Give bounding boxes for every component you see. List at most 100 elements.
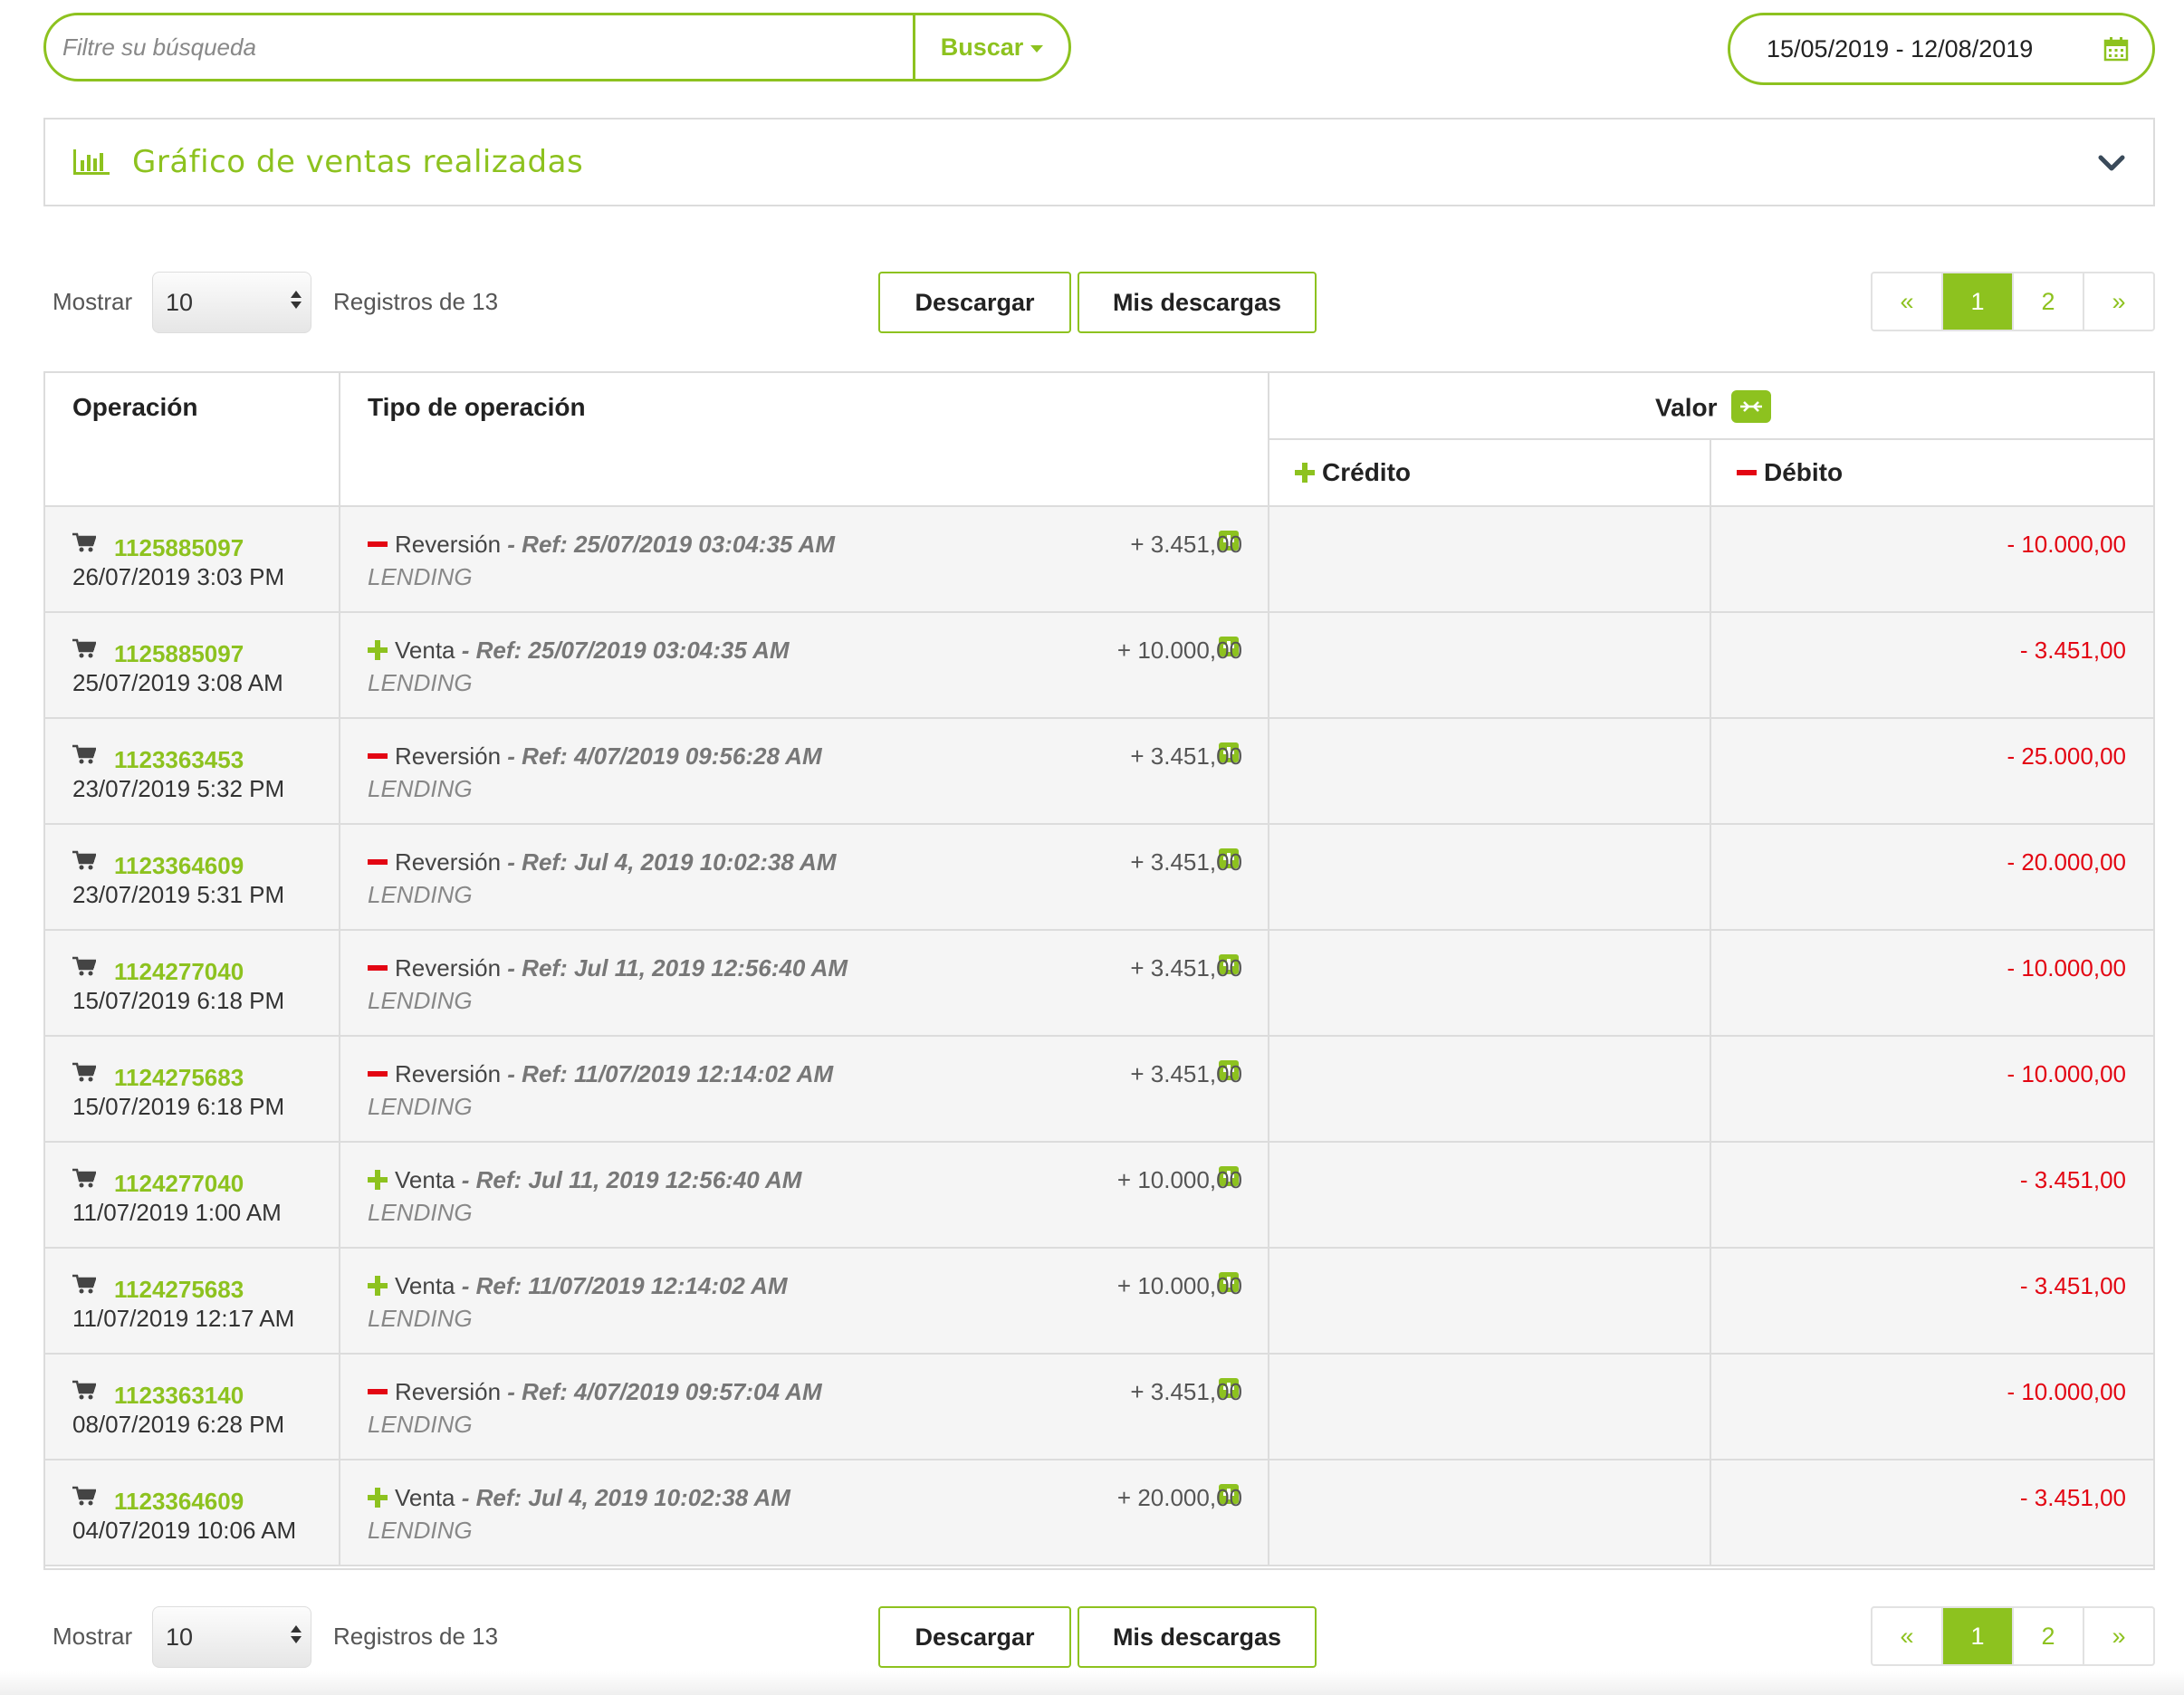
pagination: « 1 2 »: [1871, 272, 2155, 331]
pagination-next[interactable]: »: [2084, 1608, 2153, 1664]
credit-value: + 10.000,00: [1116, 1272, 1242, 1299]
operation-id-link[interactable]: 1124275683: [114, 1276, 244, 1304]
page-size-select[interactable]: 10: [152, 272, 311, 333]
page-size-select[interactable]: 10: [152, 1606, 311, 1668]
download-button[interactable]: Descargar: [878, 272, 1071, 333]
search-input[interactable]: [46, 15, 913, 79]
row-divider: [1710, 1143, 1711, 1247]
pagination-prev[interactable]: «: [1873, 1608, 1943, 1664]
credit-value: + 10.000,00: [1116, 637, 1242, 664]
operation-type: Reversión - Ref: Jul 4, 2019 10:02:38 AM: [368, 848, 836, 876]
mostrar-label: Mostrar: [53, 288, 133, 315]
pagination-next[interactable]: »: [2084, 273, 2153, 330]
pagination-page-2[interactable]: 2: [2014, 273, 2084, 330]
minus-icon: [368, 746, 388, 766]
cart-icon: [72, 1274, 96, 1294]
debit-value: - 20.000,00: [2007, 848, 2126, 876]
header-sub-divider: [1268, 438, 2155, 440]
calendar-icon[interactable]: [2103, 36, 2129, 62]
row-divider: [339, 1355, 340, 1459]
row-divider: [1268, 613, 1269, 717]
operation-id-link[interactable]: 1123363453: [114, 746, 244, 774]
pagination-prev[interactable]: «: [1873, 273, 1943, 330]
search-button[interactable]: Buscar: [913, 15, 1068, 79]
header-debito: Débito: [1737, 458, 1843, 487]
row-divider: [1268, 1037, 1269, 1141]
debit-value: - 3.451,00: [2019, 1484, 2126, 1511]
header-credito-label: Crédito: [1322, 458, 1411, 486]
cart-icon: [72, 956, 96, 976]
page-bottom-fade: [0, 1671, 2184, 1695]
sales-chart-panel-header[interactable]: Gráfico de ventas realizadas: [43, 118, 2155, 206]
minus-icon: [368, 958, 388, 978]
credit-value: + 3.451,00: [1130, 1060, 1242, 1087]
cart-icon: [72, 1168, 96, 1188]
operation-ref: - Ref: Jul 11, 2019 12:56:40 AM: [455, 1166, 802, 1193]
debit-value: - 10.000,00: [2007, 531, 2126, 558]
row-divider: [1268, 825, 1269, 929]
header-credito: Crédito: [1295, 458, 1411, 487]
download-button[interactable]: Descargar: [878, 1606, 1071, 1668]
row-divider: [1710, 1460, 1711, 1565]
credit-value: + 3.451,00: [1130, 531, 1242, 558]
pagination-page-1[interactable]: 1: [1943, 1608, 2014, 1664]
operation-date: 26/07/2019 3:03 PM: [72, 563, 285, 590]
minus-icon: [368, 852, 388, 872]
debit-value: - 10.000,00: [2007, 954, 2126, 982]
operation-ref: - Ref: 11/07/2019 12:14:02 AM: [455, 1272, 788, 1299]
operation-ref: - Ref: 11/07/2019 12:14:02 AM: [501, 1060, 834, 1087]
search-bar: Buscar: [43, 13, 1071, 81]
minus-icon: [1737, 463, 1757, 483]
operation-id-link[interactable]: 1124277040: [114, 958, 244, 986]
operation-id-link[interactable]: 1123363140: [114, 1382, 244, 1410]
table-row: 1124277040 15/07/2019 6:18 PM Reversión - …: [45, 931, 2153, 1037]
debit-value: - 3.451,00: [2019, 637, 2126, 664]
row-divider: [1268, 931, 1269, 1035]
row-divider: [1268, 1355, 1269, 1459]
operation-type-label: Reversión: [395, 531, 502, 558]
row-divider: [339, 507, 340, 611]
plus-icon: [368, 1170, 388, 1191]
pagination-page-1[interactable]: 1: [1943, 273, 2014, 330]
row-divider: [1710, 613, 1711, 717]
table-row: 1124275683 15/07/2019 6:18 PM Reversión - …: [45, 1037, 2153, 1143]
row-divider: [339, 1460, 340, 1565]
cart-icon: [72, 850, 96, 870]
operation-type-label: Venta: [395, 1166, 455, 1193]
row-divider: [1268, 1143, 1269, 1247]
row-divider: [1268, 719, 1269, 823]
operation-channel: LENDING: [368, 775, 473, 802]
operation-type: Reversión - Ref: Jul 11, 2019 12:56:40 A…: [368, 954, 848, 982]
my-downloads-button[interactable]: Mis descargas: [1078, 272, 1317, 333]
my-downloads-button[interactable]: Mis descargas: [1078, 1606, 1317, 1668]
operation-type: Reversión - Ref: 4/07/2019 09:57:04 AM: [368, 1378, 822, 1406]
date-range-picker[interactable]: 15/05/2019 - 12/08/2019: [1728, 13, 2155, 85]
minus-icon: [368, 1382, 388, 1402]
operation-id-link[interactable]: 1124277040: [114, 1170, 244, 1198]
row-divider: [339, 931, 340, 1035]
debit-value: - 3.451,00: [2019, 1272, 2126, 1299]
table-header: Operación Tipo de operación Valor Crédit…: [45, 373, 2155, 507]
operation-id-link[interactable]: 1123364609: [114, 852, 244, 880]
cart-icon: [72, 1380, 96, 1400]
pagination-page-2[interactable]: 2: [2014, 1608, 2084, 1664]
operation-id-link[interactable]: 1125885097: [114, 640, 244, 668]
operation-type: Reversión - Ref: 25/07/2019 03:04:35 AM: [368, 531, 835, 559]
row-divider: [1710, 1249, 1711, 1353]
operations-table: Operación Tipo de operación Valor Crédit…: [43, 371, 2155, 1570]
operation-channel: LENDING: [368, 563, 473, 590]
swap-icon[interactable]: [1731, 390, 1772, 423]
operation-date: 23/07/2019 5:31 PM: [72, 881, 285, 908]
chevron-down-icon[interactable]: [2097, 148, 2126, 177]
operation-id-link[interactable]: 1123364609: [114, 1488, 244, 1516]
operation-id-link[interactable]: 1125885097: [114, 534, 244, 562]
plus-icon: [368, 1488, 388, 1508]
operation-id-link[interactable]: 1124275683: [114, 1064, 244, 1092]
operation-channel: LENDING: [368, 1517, 473, 1544]
operation-ref: - Ref: 4/07/2019 09:56:28 AM: [501, 742, 822, 770]
table-row: 1124275683 11/07/2019 12:17 AM Venta - Ref…: [45, 1249, 2153, 1355]
row-divider: [1710, 719, 1711, 823]
operation-type: Reversión - Ref: 4/07/2019 09:56:28 AM: [368, 742, 822, 771]
operation-channel: LENDING: [368, 1093, 473, 1120]
row-divider: [1268, 507, 1269, 611]
